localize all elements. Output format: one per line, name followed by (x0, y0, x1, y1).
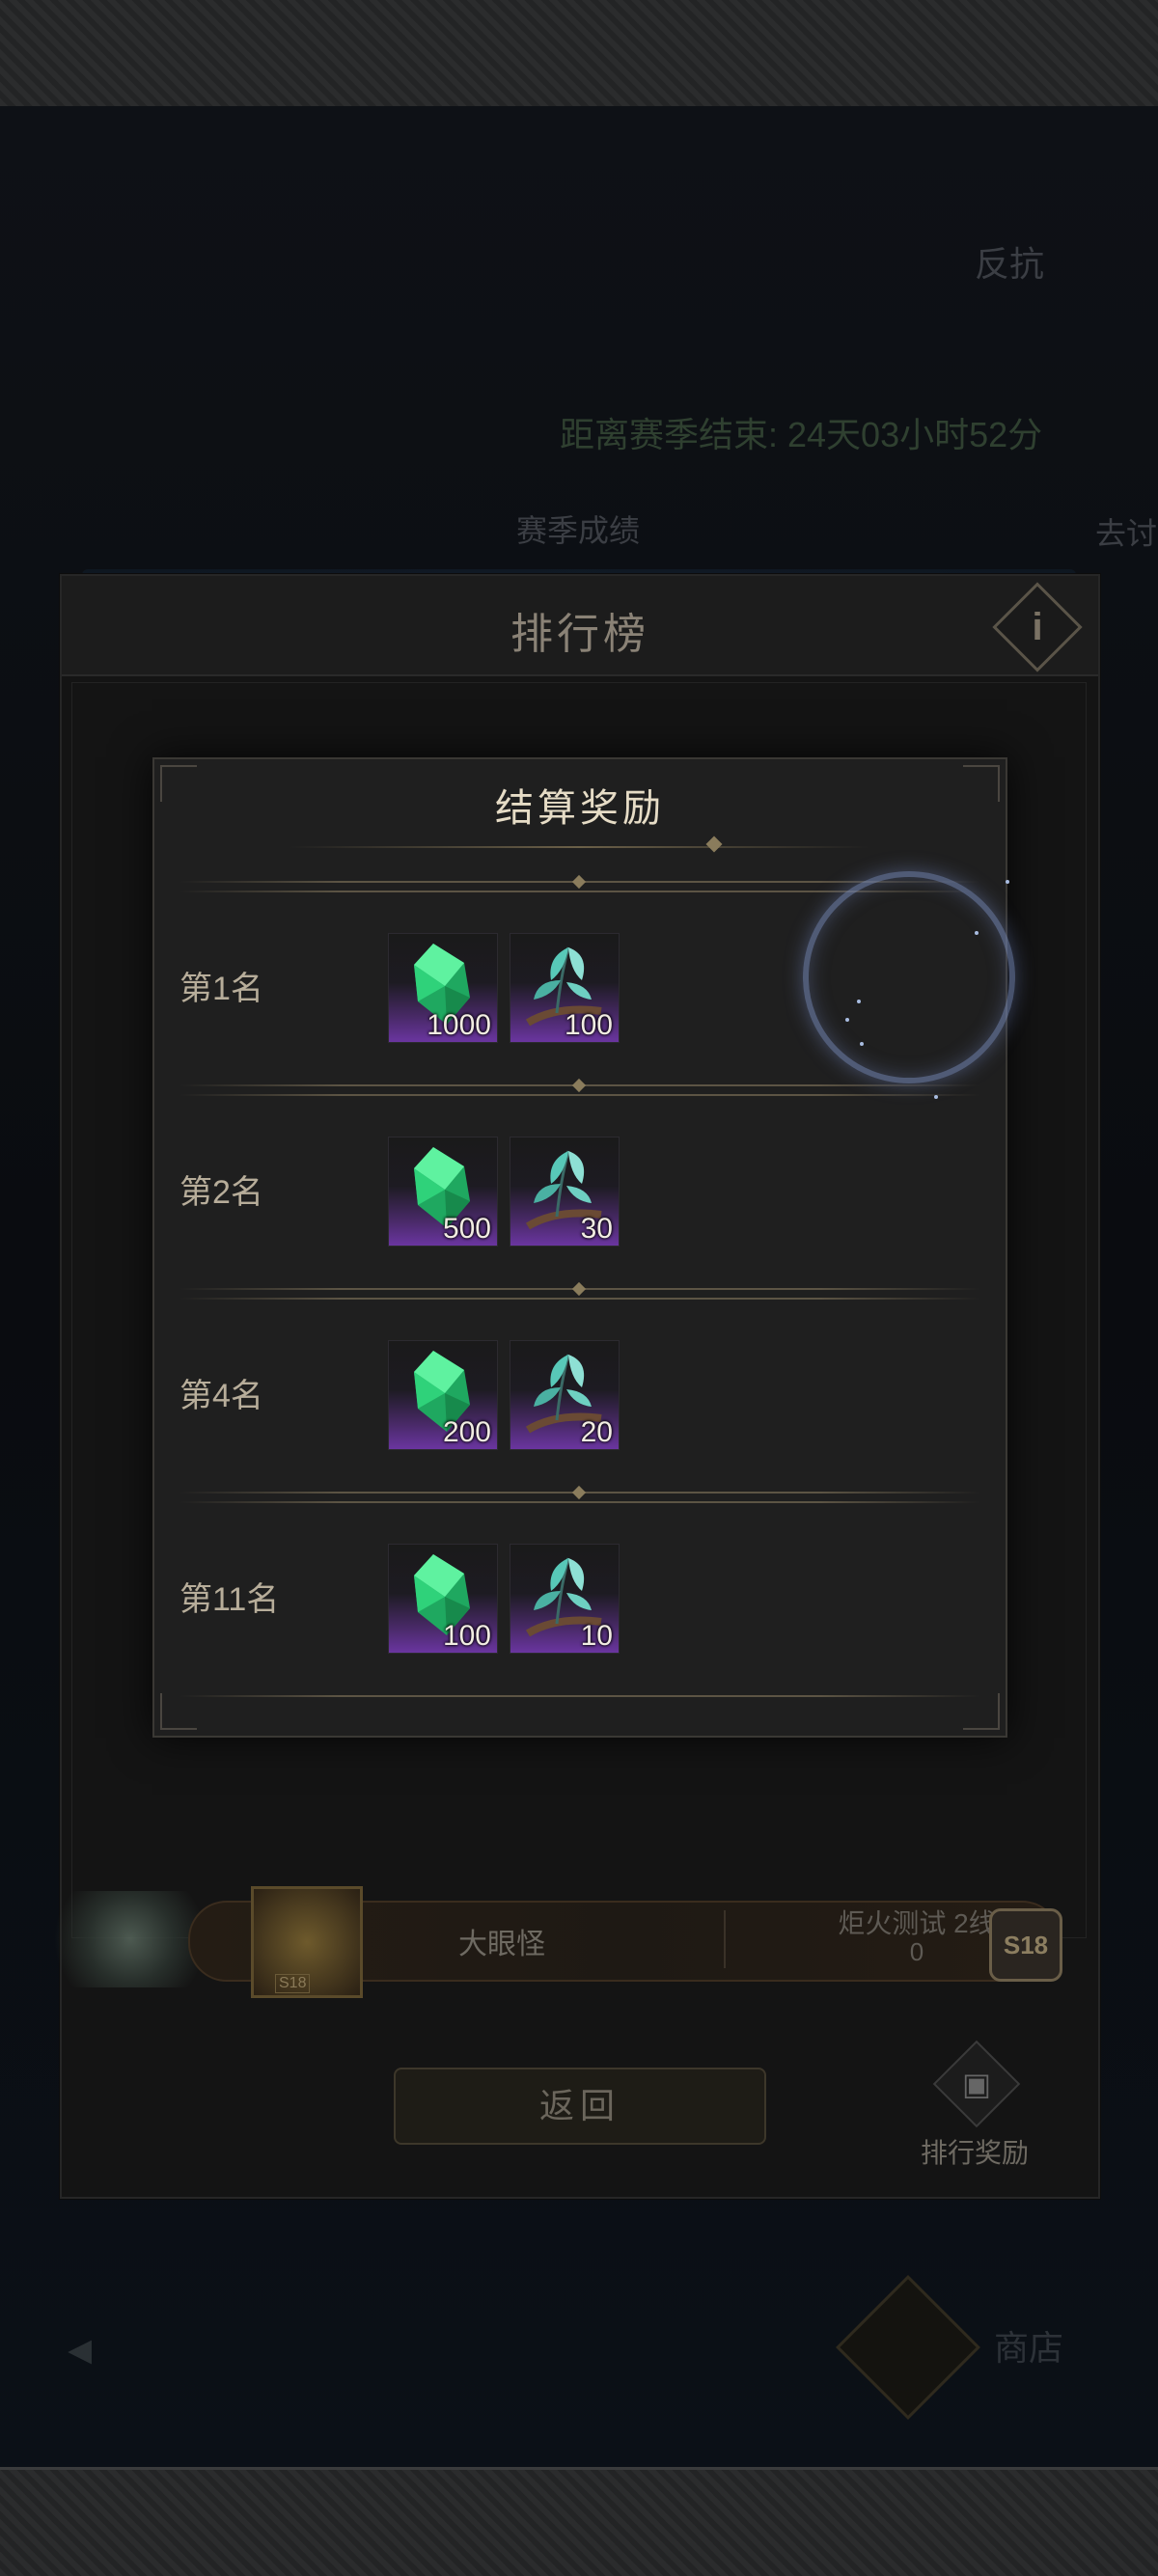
sparkle (975, 931, 979, 935)
reward-item[interactable]: 500 (388, 1137, 498, 1247)
player-name: 大眼怪 (458, 1929, 545, 1960)
item-count: 10 (580, 1620, 613, 1652)
rank-label: 第4名 (179, 1378, 263, 1414)
reward-item[interactable]: 100 (388, 1544, 498, 1654)
item-count: 30 (580, 1213, 613, 1245)
rank-label: 第2名 (179, 1174, 263, 1211)
chest-icon: ▣ (932, 2040, 1021, 2128)
rank-reward-label: 排行奖励 (920, 2138, 1029, 2168)
sparkle (845, 1018, 849, 1022)
row-divider (179, 1078, 980, 1096)
sparkle (860, 1042, 864, 1046)
bg-partial-label: 反抗 (975, 244, 1045, 284)
player-rank-bar: S18 大眼怪 炬火测试 2线 0 S18 (34, 1881, 1086, 1998)
rank-label: 第1名 (179, 971, 263, 1007)
divider (724, 1910, 726, 1968)
season-countdown: 距离赛季结束: 24天03小时52分 (560, 415, 1043, 454)
season-result-label: 赛季成绩 (516, 513, 641, 548)
shop-label[interactable]: 商店 (994, 2320, 1063, 2370)
reward-row: 第2名 500 30 (179, 1098, 980, 1272)
reward-item[interactable]: 10 (510, 1544, 620, 1654)
ranking-panel-header: 排行榜 i (62, 576, 1098, 676)
sparkle (934, 1095, 938, 1099)
sparkle (1006, 880, 1009, 884)
season-badge: S18 (989, 1908, 1062, 1982)
top-frame (0, 0, 1158, 109)
reward-item[interactable]: 30 (510, 1137, 620, 1247)
row-divider (179, 1695, 980, 1707)
item-count: 200 (442, 1416, 491, 1448)
reward-item[interactable]: 100 (510, 933, 620, 1043)
reward-row: 第11名 100 10 (179, 1505, 980, 1679)
bg-right-partial: 去讨 (1095, 516, 1158, 551)
item-count: 20 (580, 1416, 613, 1448)
bottom-frame (0, 2467, 1158, 2576)
ranking-panel-title: 排行榜 (510, 611, 649, 658)
item-count: 100 (564, 1009, 613, 1041)
item-count: 500 (442, 1213, 491, 1245)
info-icon: i (1032, 606, 1043, 648)
item-count: 1000 (427, 1009, 491, 1041)
item-count: 100 (442, 1620, 491, 1652)
rank-label: 第11名 (179, 1581, 280, 1618)
back-arrow-icon[interactable]: ◂ (68, 2320, 92, 2376)
reward-item[interactable]: 200 (388, 1340, 498, 1450)
reward-item[interactable]: 1000 (388, 933, 498, 1043)
rank-reward-button[interactable]: ▣ 排行奖励 (912, 2040, 1037, 2171)
back-button[interactable]: 返回 (394, 2068, 766, 2145)
avatar-season-badge: S18 (275, 1974, 311, 1993)
reward-row: 第4名 200 20 (179, 1302, 980, 1475)
sparkle (857, 1000, 861, 1003)
row-divider (179, 1281, 980, 1300)
dialog-title: 结算奖励 (495, 787, 665, 830)
title-rule (290, 836, 868, 853)
reward-item[interactable]: 20 (510, 1340, 620, 1450)
row-divider (179, 1485, 980, 1503)
loading-ring (803, 871, 1015, 1083)
